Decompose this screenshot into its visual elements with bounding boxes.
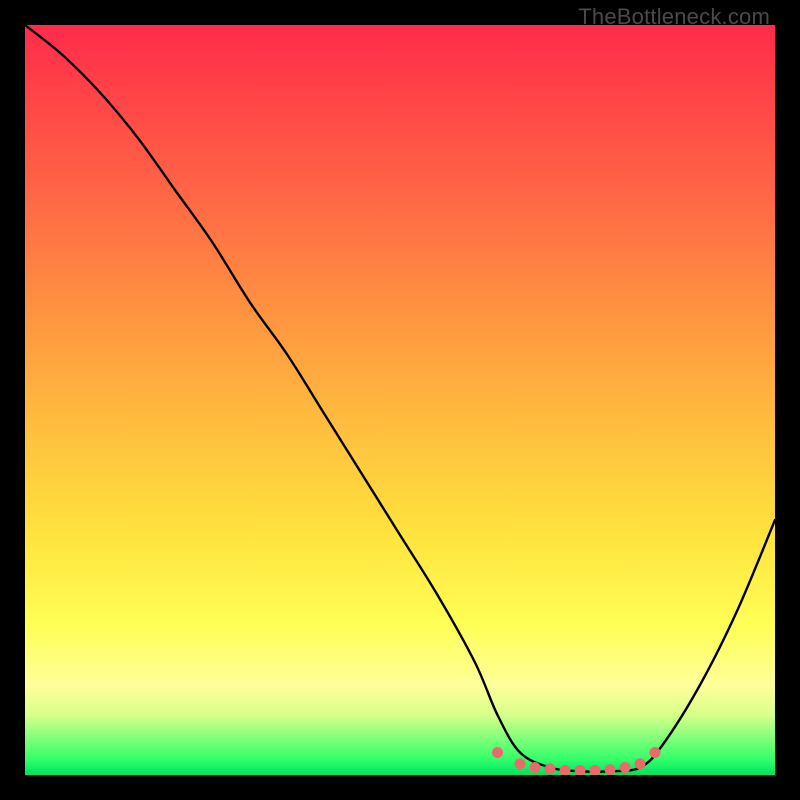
curve-layer xyxy=(25,25,775,772)
valley-marker xyxy=(545,764,556,775)
chart-svg xyxy=(25,25,775,775)
valley-marker xyxy=(575,765,586,775)
valley-marker xyxy=(635,758,646,769)
valley-marker xyxy=(515,758,526,769)
chart-frame xyxy=(25,25,775,775)
valley-marker xyxy=(620,762,631,773)
watermark-text: TheBottleneck.com xyxy=(578,4,770,30)
valley-marker xyxy=(590,765,601,775)
bottleneck-curve xyxy=(25,25,775,772)
valley-marker xyxy=(560,765,571,775)
valley-marker xyxy=(492,747,503,758)
valley-marker xyxy=(530,762,541,773)
valley-marker xyxy=(650,747,661,758)
valley-marker xyxy=(605,764,616,775)
